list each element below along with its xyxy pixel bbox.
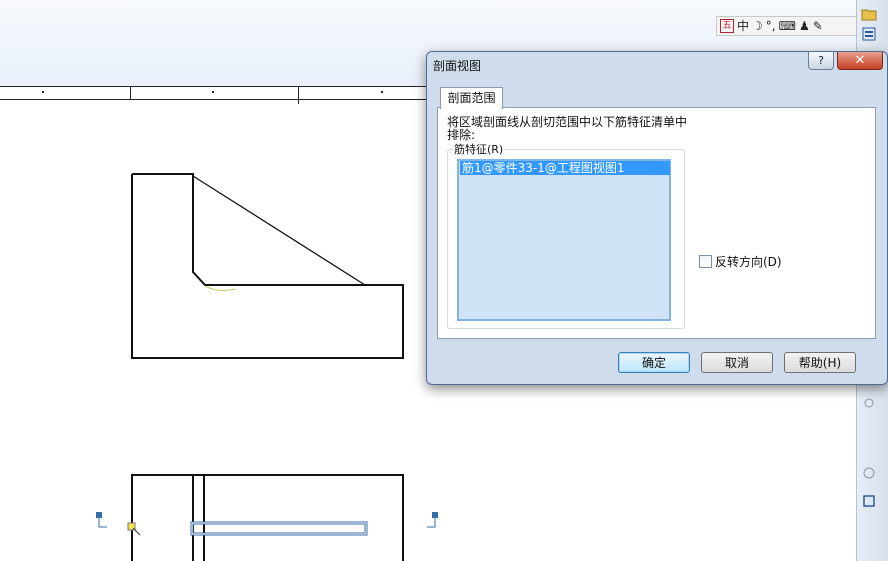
properties-icon[interactable] [861,26,877,42]
section-arrow-line [98,518,107,528]
ime-halfwidth-icon[interactable]: ☽ [752,18,763,34]
front-view-outline [131,474,404,561]
ok-button[interactable]: 确定 [618,352,690,373]
rib-edge [192,175,366,286]
ime-tools-icon[interactable]: ✎ [813,18,823,34]
section-view-drawing [131,173,404,359]
close-button[interactable]: ✕ [837,52,883,70]
view-palette-icon[interactable] [861,395,877,411]
tab-section-scope[interactable]: 剖面范围 [440,87,503,109]
rib-feature-list[interactable]: 筋1@零件33-1@工程图视图1 [457,159,671,321]
front-view-drawing [131,474,404,561]
rib-feature-group-label: 筋特征(R) [452,141,506,157]
ime-chinese-icon[interactable]: 中 [737,18,749,34]
part-outline [131,173,404,359]
instruction-text: 将区域剖面线从剖切范围中以下筋特征清单中排除: [447,115,688,142]
help-title-button[interactable]: ? [808,52,834,70]
section-arrow-right [427,512,438,528]
section-handle [96,512,102,518]
section-handle [432,512,438,518]
flip-direction-checkbox[interactable] [699,255,712,268]
highlighted-rib-edge [190,521,368,536]
dialog-title: 剖面视图 [433,59,482,73]
cancel-button[interactable]: 取消 [701,352,773,373]
section-arrow-left [96,512,107,528]
list-item[interactable]: 筋1@零件33-1@工程图视图1 [460,161,670,175]
cursor-line [132,527,141,536]
appearance-icon[interactable] [861,465,877,481]
section-arrow-line [427,518,436,528]
ime-punct-icon[interactable]: °, [766,18,776,34]
ime-toolbar: 五 中 ☽ °, ⌨ ♟ ✎ [716,16,862,36]
highlighted-rib-edge-inner [191,522,367,535]
dimension-annotation [204,285,237,291]
custom-properties-icon[interactable] [861,493,877,509]
section-view-dialog: 剖面视图 ? ✕ 剖面范围 将区域剖面线从剖切范围中以下筋特征清单中排除: 筋特… [426,51,888,385]
help-button[interactable]: 帮助(H) [784,352,856,373]
folder-icon[interactable] [861,6,877,22]
ime-keyboard-icon[interactable]: ⌨ [779,18,796,34]
flip-direction-label[interactable]: 反转方向(D) [715,253,782,270]
ime-mode-icon[interactable]: 五 [720,19,734,33]
ime-user-icon[interactable]: ♟ [799,18,810,34]
